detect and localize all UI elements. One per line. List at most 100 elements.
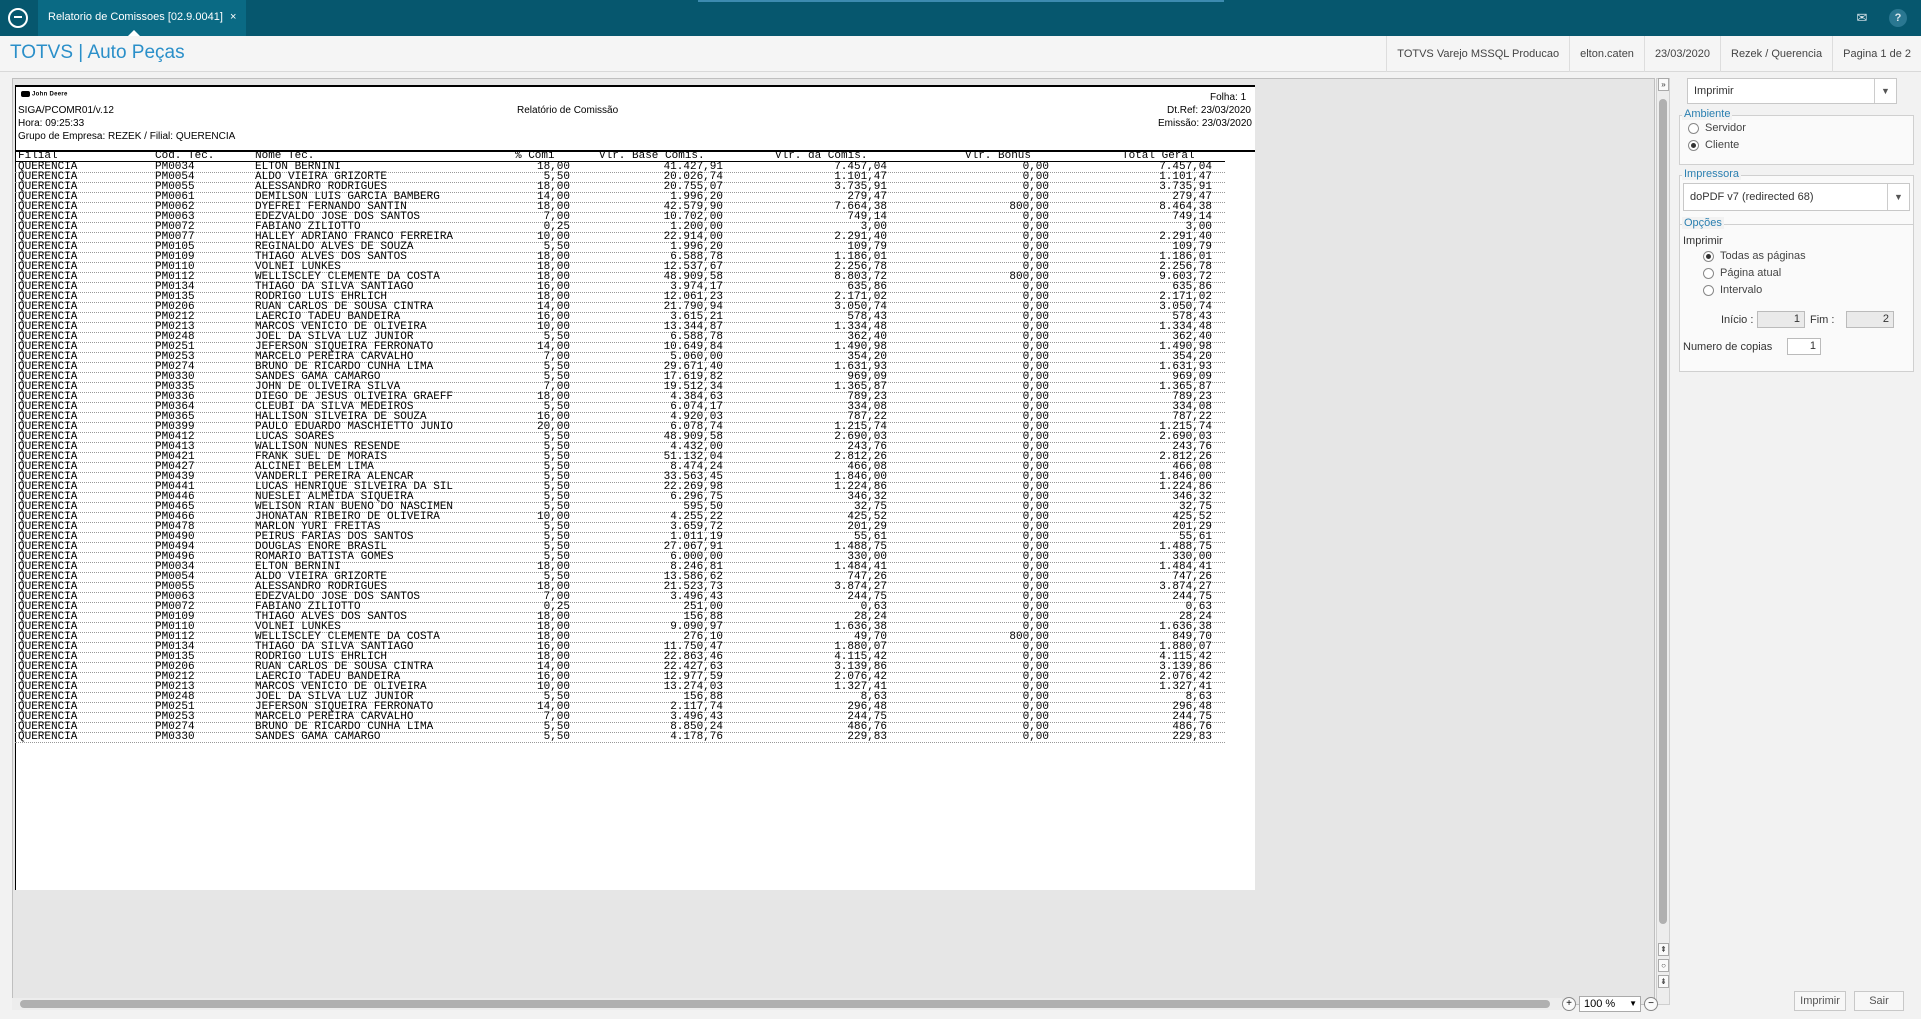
table-row: QUERENCIA PM0134 THIAGO DA SILVA SANTIAGO 1… (15, 642, 1255, 653)
table-row: QUERENCIA PM0135 RODRIGO LUIS EHRLICH 18,00… (15, 652, 1255, 663)
page-indicator: Pagina 1 de 2 (1832, 36, 1921, 72)
radio-intervalo[interactable]: Intervalo (1703, 284, 1762, 296)
help-icon[interactable]: ? (1889, 9, 1907, 27)
table-row: QUERENCIA PM0112 WELLISCLEY CLEMENTE DA CO… (15, 632, 1255, 643)
scroll-top-icon[interactable]: ⇞ (1658, 943, 1669, 956)
totvs-logo-icon[interactable] (8, 8, 28, 28)
col-vlr-comis: Vlr. da Comis. (775, 150, 868, 162)
top-bar: Relatorio de Comissoes [02.9.0041] × ✉ ? (0, 0, 1921, 36)
action-combo[interactable]: Imprimir ▼ (1687, 78, 1897, 104)
table-cell: PM0330 (155, 731, 195, 743)
table-row: QUERENCIA PM0054 ALDO VIEIRA GRIZORTE 5,50 2… (15, 172, 1255, 183)
table-cell: 5,50 (543, 731, 570, 743)
table-row: QUERENCIA PM0206 RUAN CARLOS DE SOUSA CINT… (15, 302, 1255, 313)
radio-pagina-atual[interactable]: Página atual (1703, 267, 1781, 279)
table-row: QUERENCIA PM0274 BRUNO DE RICARDO CUNHA LI… (15, 362, 1255, 373)
zoom-in-icon[interactable]: + (1562, 996, 1576, 1011)
horizontal-scroll-thumb[interactable] (20, 1000, 1550, 1008)
table-row: QUERENCIA PM0496 ROMARIO BATISTA GOMES 5,50… (15, 552, 1255, 563)
radio-todas-label: Todas as páginas (1720, 250, 1806, 262)
table-row: QUERENCIA PM0072 FABIANO ZILIOTTO 0,25 251,0… (15, 602, 1255, 613)
table-row: QUERENCIA PM0364 CLEUBI DA SILVA MEDEIROS 5… (15, 402, 1255, 413)
radio-atual-label: Página atual (1720, 267, 1782, 279)
radio-cliente-dot[interactable] (1688, 139, 1699, 151)
vertical-scrollbar[interactable]: » ⇞ ○ ⇟ (1656, 78, 1670, 1005)
date-label: 23/03/2020 (1643, 36, 1720, 72)
chevron-down-icon[interactable]: ▼ (1887, 184, 1909, 210)
copias-label: Numero de copias (1683, 341, 1773, 353)
opcoes-title: Opções (1682, 217, 1724, 229)
radio-todas-dot[interactable] (1703, 250, 1714, 262)
tab-title: Relatorio de Comissoes [02.9.0041] (48, 11, 223, 23)
fim-field[interactable]: 2 (1846, 311, 1894, 328)
radio-intervalo-dot[interactable] (1703, 284, 1714, 296)
inicio-field[interactable]: 1 (1757, 311, 1805, 328)
table-row: QUERENCIA PM0063 EDEZVALDO JOSE DOS SANTOS… (15, 592, 1255, 603)
col-nome-tec: Nome Tec. (255, 150, 315, 162)
report-page: John Deere SIGA/PCOMR01/v.12 Hora: 09:25… (15, 85, 1255, 890)
table-row: QUERENCIA PM0112 WELLISCLEY CLEMENTE DA CO… (15, 272, 1255, 283)
inicio-label: Início : (1721, 314, 1754, 326)
table-row: QUERENCIA PM0062 DYEFREI FERNANDO SANTIN 18… (15, 202, 1255, 213)
horizontal-scrollbar[interactable] (12, 998, 1562, 1010)
table-row: QUERENCIA PM0253 MARCELO PEREIRA CARVALHO 7… (15, 712, 1255, 723)
table-row: QUERENCIA PM0109 THIAGO ALVES DOS SANTOS 18… (15, 612, 1255, 623)
table-row: QUERENCIA PM0335 JOHN DE OLIVEIRA SILVA 7,0… (15, 382, 1255, 393)
radio-atual-dot[interactable] (1703, 267, 1714, 279)
zoom-select[interactable]: 100 % (1579, 995, 1641, 1012)
table-row: QUERENCIA PM0427 ALCINEI BELEM LIMA 5,50 8.4… (15, 462, 1255, 473)
table-row: QUERENCIA PM0336 DIEGO DE JESUS OLIVEIRA G… (15, 392, 1255, 403)
mail-icon[interactable]: ✉ (1853, 9, 1871, 27)
table-row: QUERENCIA PM0330 SANDES GAMA CAMARGO 5,50 17… (15, 372, 1255, 383)
table-row: QUERENCIA PM0061 DEMILSON LUIS GARCIA BAMB… (15, 192, 1255, 203)
table-cell: 0,00 (1022, 731, 1049, 743)
radio-servidor-label: Servidor (1705, 122, 1746, 134)
exit-button[interactable]: Sair (1854, 991, 1904, 1011)
app-header: TOTVS | Auto Peças TOTVS Varejo MSSQL Pr… (0, 36, 1921, 72)
report-emissao: Emissão: 23/03/2020 (1158, 118, 1252, 129)
table-row: QUERENCIA PM0034 ELTON BERNINI 18,00 41.427,… (15, 162, 1255, 173)
radio-servidor[interactable]: Servidor (1688, 122, 1746, 134)
table-row: QUERENCIA PM0055 ALESSANDRO RODRIGUES 18,00… (15, 582, 1255, 593)
table-row: QUERENCIA PM0446 NUESLEI ALMEIDA SIQUEIRA 5… (15, 492, 1255, 503)
report-program: SIGA/PCOMR01/v.12 (18, 105, 114, 116)
report-rows: QUERENCIA PM0034 ELTON BERNINI 18,00 41.427,… (15, 162, 1255, 743)
radio-cliente[interactable]: Cliente (1688, 139, 1739, 151)
table-row: QUERENCIA PM0105 REGINALDO ALVES DE SOUZA 5… (15, 242, 1255, 253)
john-deere-logo: John Deere (21, 91, 68, 98)
table-row: QUERENCIA PM0135 RODRIGO LUIS EHRLICH 18,00… (15, 292, 1255, 303)
scroll-refresh-icon[interactable]: ○ (1658, 959, 1669, 972)
print-button[interactable]: Imprimir (1794, 991, 1846, 1011)
table-row: QUERENCIA PM0248 JOEL DA SILVA LUZ JUNIOR 5… (15, 332, 1255, 343)
table-row: QUERENCIA PM0466 JHONATAN RIBEIRO DE OLIVE… (15, 512, 1255, 523)
table-row: QUERENCIA PM0054 ALDO VIEIRA GRIZORTE 5,50 1… (15, 572, 1255, 583)
report-viewer[interactable]: John Deere SIGA/PCOMR01/v.12 Hora: 09:25… (12, 78, 1655, 1005)
radio-todas-paginas[interactable]: Todas as páginas (1703, 250, 1806, 262)
table-row: QUERENCIA PM0248 JOEL DA SILVA LUZ JUNIOR 5… (15, 692, 1255, 703)
table-row: QUERENCIA PM0212 LAERCIO TADEU BANDEIRA 16,… (15, 672, 1255, 683)
table-row: QUERENCIA PM0441 LUCAS HENRIQUE SILVEIRA D… (15, 482, 1255, 493)
copias-field[interactable]: 1 (1787, 338, 1821, 355)
impressora-title: Impressora (1682, 168, 1742, 180)
vertical-scroll-thumb[interactable] (1659, 99, 1667, 924)
printer-combo[interactable]: doPDF v7 (redirected 68) ▼ (1683, 183, 1910, 211)
radio-servidor-dot[interactable] (1688, 122, 1699, 134)
report-grupo: Grupo de Empresa: REZEK / Filial: QUEREN… (18, 131, 236, 142)
scroll-bottom-icon[interactable]: ⇟ (1658, 975, 1669, 988)
tab-close-icon[interactable]: × (230, 11, 236, 23)
table-row: QUERENCIA PM0413 WALLISON NUNES RESENDE 5,5… (15, 442, 1255, 453)
report-dtref: Dt.Ref: 23/03/2020 (1167, 105, 1251, 116)
tab-relatorio-comissoes[interactable]: Relatorio de Comissoes [02.9.0041] × (38, 0, 247, 36)
table-row: QUERENCIA PM0494 DOUGLAS ENORE BRASIL 5,50 2… (15, 542, 1255, 553)
expand-panel-icon[interactable]: » (1658, 78, 1669, 91)
col-bonus: Vlr. Bonus (965, 150, 1032, 162)
zoom-out-icon[interactable]: − (1644, 996, 1658, 1011)
table-row: QUERENCIA PM0251 JEFERSON SIQUEIRA FERRONA… (15, 702, 1255, 713)
table-cell: 229,83 (1172, 731, 1212, 743)
table-cell: SANDES GAMA CAMARGO (255, 731, 381, 743)
table-row: QUERENCIA PM0213 MARCOS VENICIO DE OLIVEIR… (15, 682, 1255, 693)
table-row: QUERENCIA PM0274 BRUNO DE RICARDO CUNHA LI… (15, 722, 1255, 733)
table-row: QUERENCIA PM0110 VOLNEI LUNKES 18,00 12.537,… (15, 262, 1255, 273)
table-row: QUERENCIA PM0330 SANDES GAMA CAMARGO 5,50 4.… (15, 731, 1255, 743)
chevron-down-icon[interactable]: ▼ (1874, 79, 1896, 103)
